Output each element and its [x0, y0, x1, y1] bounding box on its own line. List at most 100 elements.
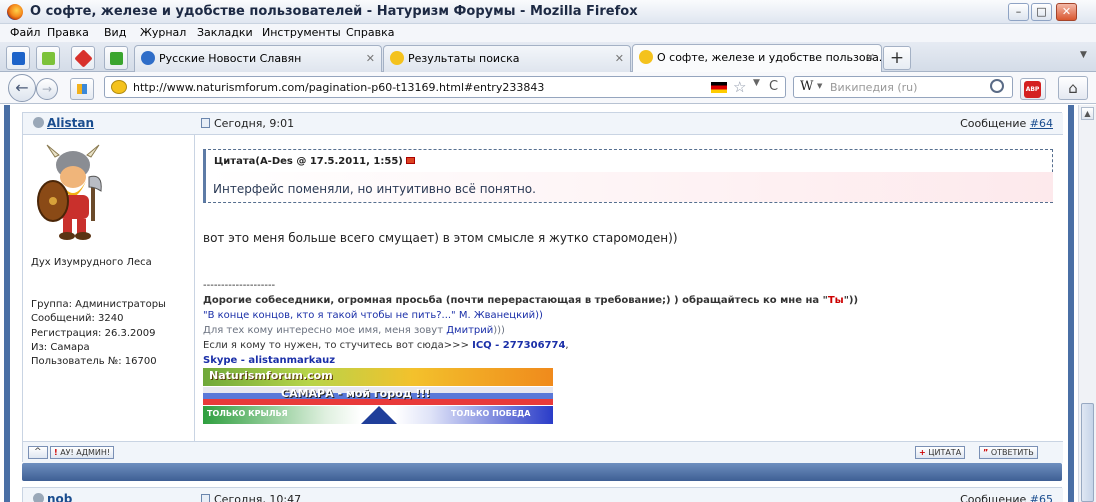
page-right-border: [1068, 105, 1074, 502]
tab-search-results[interactable]: Результаты поиска ✕: [383, 45, 631, 72]
url-dropdown-icon[interactable]: ▼: [753, 78, 760, 88]
sig-text: ))): [493, 325, 505, 336]
menu-view[interactable]: Вид: [104, 26, 126, 39]
user-status-icon: [33, 117, 44, 128]
icq-link[interactable]: ICQ - 277306774: [472, 340, 565, 351]
scrollbar-thumb[interactable]: [1081, 403, 1094, 502]
banner-text: САМАРА - мой город !!!: [281, 387, 431, 400]
vertical-scrollbar[interactable]: ▲: [1078, 105, 1096, 502]
samara-banner[interactable]: САМАРА - мой город !!!: [203, 387, 553, 405]
page-content: Alistan Сегодня, 9:01 Сообщение #64 Дух …: [0, 105, 1078, 502]
viking-avatar-image: [37, 144, 102, 240]
reload-icon[interactable]: C: [769, 79, 778, 94]
post-author-link[interactable]: Alistan: [33, 116, 94, 130]
leaf-icon: [42, 52, 55, 65]
app-tab-green[interactable]: [36, 46, 60, 70]
menu-help[interactable]: Справка: [346, 26, 394, 39]
firefox-logo-icon: [7, 4, 23, 20]
close-window-button[interactable]: ✕: [1056, 3, 1077, 21]
naturismforum-banner[interactable]: Naturismforum.com: [203, 368, 553, 386]
user-registration: Регистрация: 26.3.2009: [31, 327, 156, 339]
sig-text: ")): [843, 295, 859, 306]
wikipedia-icon[interactable]: W: [800, 79, 813, 94]
maximize-button[interactable]: □: [1031, 3, 1052, 21]
tab-close-icon[interactable]: ✕: [866, 51, 875, 64]
sig-highlight-ty: Ты: [827, 295, 844, 306]
window-title: О софте, железе и удобстве пользователей…: [30, 4, 638, 19]
sig-text: Для тех кому интересно мое имя, меня зов…: [203, 325, 447, 336]
signature-line-1: Дорогие собеседники, огромная просьба (п…: [203, 295, 858, 306]
puzzle-icon: [110, 52, 123, 65]
report-button[interactable]: ! АУ! АДМИН!: [50, 446, 115, 459]
home-button[interactable]: ⌂: [1058, 76, 1088, 100]
menu-bookmarks[interactable]: Закладки: [197, 26, 253, 39]
menu-edit[interactable]: Правка: [47, 26, 89, 39]
post-author-panel: Дух Изумрудного Леса Группа: Администрат…: [23, 135, 195, 441]
quote-button[interactable]: + ЦИТАТА: [915, 446, 966, 459]
forward-button[interactable]: →: [36, 78, 58, 100]
search-bar[interactable]: W ▼ Википедия (ru): [793, 76, 1013, 98]
menu-tools[interactable]: Инструменты: [262, 26, 341, 39]
reply-label: ОТВЕТИТЬ: [990, 448, 1034, 457]
menu-file[interactable]: Файл: [10, 26, 40, 39]
tab-close-icon[interactable]: ✕: [366, 52, 375, 65]
url-bar[interactable]: http://www.naturismforum.com/pagination-…: [104, 76, 786, 98]
post-time-text: Сегодня, 9:01: [214, 117, 295, 130]
forum-post-next: nob Сегодня, 10:47 Сообщение #65: [22, 487, 1063, 502]
post-author-name[interactable]: nob: [47, 492, 72, 502]
search-engine-dropdown-icon[interactable]: ▼: [817, 82, 822, 90]
new-tab-button[interactable]: +: [883, 46, 911, 70]
signature-line-4: Если я кому то нужен, то стучитесь вот с…: [203, 340, 569, 351]
menu-history[interactable]: Журнал: [140, 26, 186, 39]
search-input[interactable]: Википедия (ru): [830, 81, 917, 94]
panorama-button[interactable]: [70, 78, 94, 100]
tab-label: О софте, железе и удобстве пользова...: [657, 51, 882, 64]
adblock-button[interactable]: ABP: [1020, 78, 1046, 100]
post-timestamp: Сегодня, 10:47: [201, 493, 301, 502]
site-favicon-icon: [111, 80, 127, 94]
post-time-text: Сегодня, 10:47: [214, 493, 302, 502]
quote-jump-icon[interactable]: [405, 157, 415, 164]
post-message: вот это меня больше всего смущает) в это…: [203, 231, 678, 245]
url-text[interactable]: http://www.naturismforum.com/pagination-…: [133, 81, 544, 94]
search-icon[interactable]: [990, 79, 1004, 93]
forum-smiley-icon: [390, 51, 404, 65]
window-titlebar: О софте, железе и удобстве пользователей…: [0, 0, 1096, 24]
tab-current-thread[interactable]: О софте, железе и удобстве пользова... ✕: [632, 44, 882, 73]
quote-header-text: Цитата(A-Des @ 17.5.2011, 1:55): [214, 156, 403, 167]
user-info: Группа: Администраторы Сообщений: 3240 Р…: [31, 298, 166, 369]
user-post-count: Сообщений: 3240: [31, 313, 124, 325]
post-header: Alistan Сегодня, 9:01 Сообщение #64: [23, 113, 1063, 135]
globe-icon: [141, 51, 155, 65]
page-left-border: [4, 105, 10, 502]
post-permalink[interactable]: #65: [1030, 493, 1053, 502]
forum-post: Alistan Сегодня, 9:01 Сообщение #64 Дух …: [22, 112, 1063, 463]
post-permalink[interactable]: #64: [1030, 117, 1053, 130]
tab-russian-news[interactable]: Русские Новости Славян ✕: [134, 45, 382, 72]
app-tab-red[interactable]: [71, 46, 95, 70]
post-author-link[interactable]: nob: [33, 492, 72, 502]
tab-label: Результаты поиска: [408, 52, 520, 65]
quote-header: Цитата(A-Des @ 17.5.2011, 1:55): [214, 156, 415, 167]
bookmark-star-icon[interactable]: ☆: [733, 78, 746, 96]
post-page-icon: [201, 494, 210, 502]
post-footer: ^ ! АУ! АДМИН! + ЦИТАТА ” ОТВЕТИТЬ: [23, 441, 1063, 463]
post-timestamp: Сегодня, 9:01: [201, 117, 294, 130]
scroll-up-arrow-icon[interactable]: ▲: [1081, 107, 1094, 120]
tab-close-icon[interactable]: ✕: [615, 52, 624, 65]
germany-flag-icon[interactable]: [711, 82, 727, 93]
reply-button[interactable]: ” ОТВЕТИТЬ: [979, 446, 1038, 459]
sig-text: Дорогие собеседники, огромная просьба (п…: [203, 295, 828, 306]
skype-link[interactable]: Skype - alistanmarkauz: [203, 355, 335, 366]
message-label: Сообщение: [960, 493, 1027, 502]
scroll-top-button[interactable]: ^: [28, 446, 48, 459]
app-tab-puzzle[interactable]: [104, 46, 128, 70]
minimize-button[interactable]: –: [1008, 3, 1029, 21]
back-button[interactable]: ←: [8, 74, 36, 102]
tab-list-chevron-icon[interactable]: ▼: [1080, 50, 1087, 60]
user-number: Пользователь №: 16700: [31, 356, 157, 368]
post-author-name[interactable]: Alistan: [47, 116, 94, 130]
home-icon: ⌂: [1068, 79, 1078, 97]
app-tab-info[interactable]: [6, 46, 30, 70]
wings-banner[interactable]: ТОЛЬКО КРЫЛЬЯ ТОЛЬКО ПОБЕДА: [203, 406, 553, 424]
